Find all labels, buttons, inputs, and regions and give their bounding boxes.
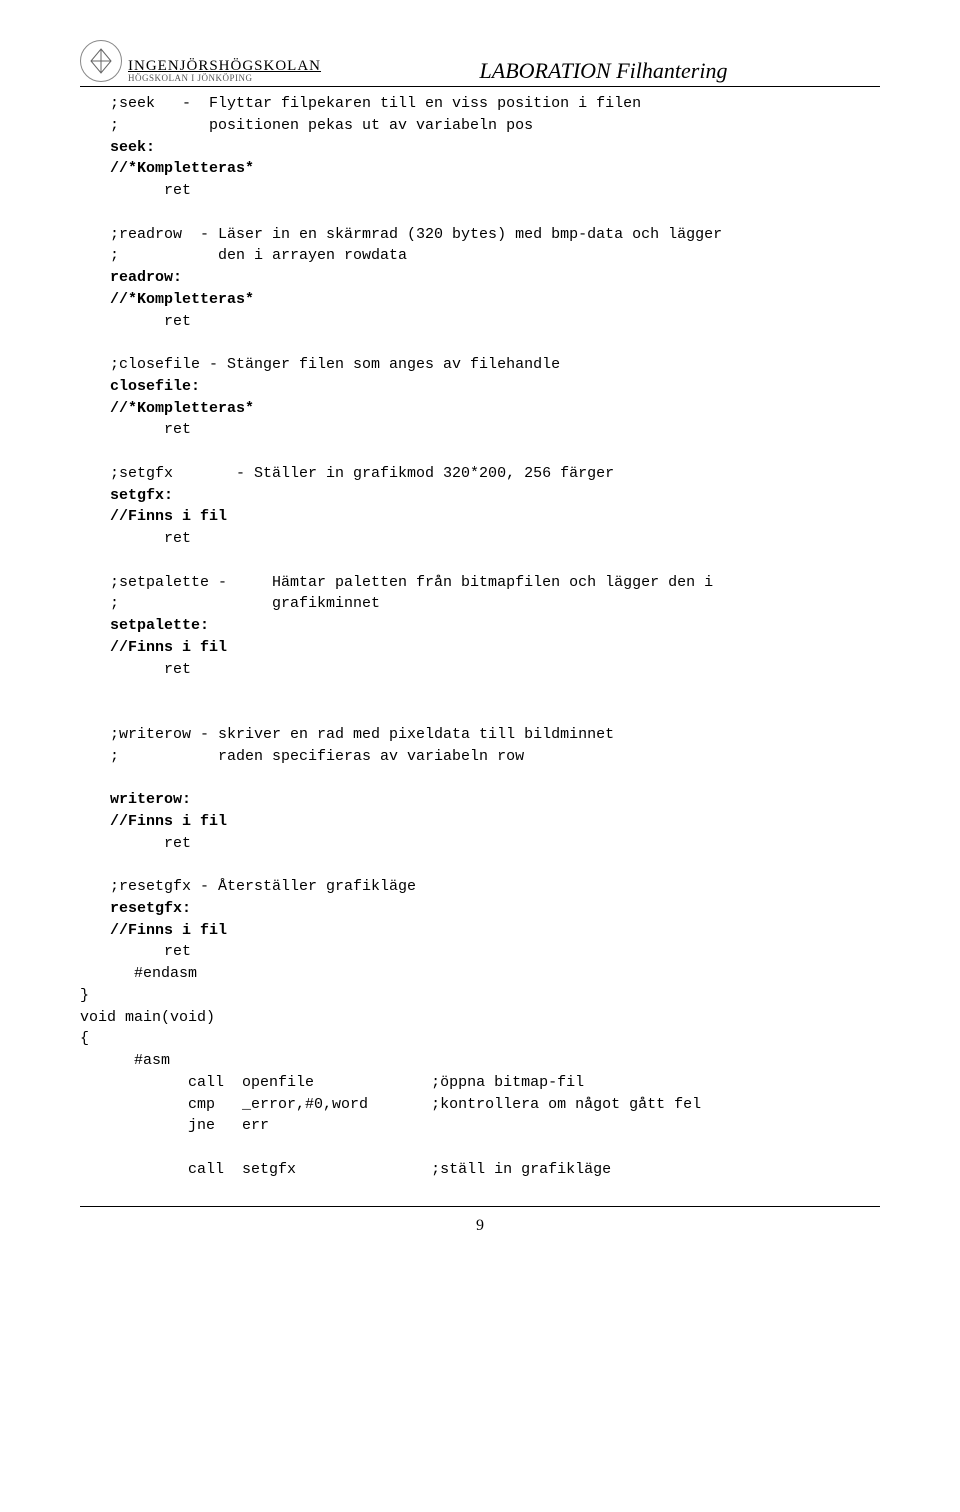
code-line: ;setpalette - Hämtar paletten från bitma… xyxy=(110,574,713,591)
code-jne-err: jne err xyxy=(188,1117,269,1134)
school-text-block: INGENJÖRSHÖGSKOLAN HÖGSKOLAN I JÖNKÖPING xyxy=(128,58,321,84)
code-line: ; positionen pekas ut av variabeln pos xyxy=(110,117,533,134)
code-block-outer: #endasm } void main(void) { #asm call op… xyxy=(80,963,880,1181)
code-finns: //Finns i fil xyxy=(110,508,227,525)
page: INGENJÖRSHÖGSKOLAN HÖGSKOLAN I JÖNKÖPING… xyxy=(0,0,960,1275)
code-void-main: void main(void) xyxy=(80,1009,215,1026)
code-line: ;setgfx - Ställer in grafikmod 320*200, … xyxy=(110,465,614,482)
code-label-resetgfx: resetgfx: xyxy=(110,900,191,917)
code-label-seek: seek: xyxy=(110,139,155,156)
code-cmp-error: cmp _error,#0,word ;kontrollera om något… xyxy=(188,1096,701,1113)
code-label-closefile: closefile: xyxy=(110,378,200,395)
code-asm: #asm xyxy=(134,1052,170,1069)
code-kompletteras: //*Kompletteras* xyxy=(110,160,254,177)
code-brace-close: } xyxy=(80,987,89,1004)
code-ret: ret xyxy=(164,530,191,547)
code-ret: ret xyxy=(164,182,191,199)
code-call-openfile: call openfile ;öppna bitmap-fil xyxy=(188,1074,584,1091)
code-brace-open: { xyxy=(80,1030,89,1047)
code-line: ; grafikminnet xyxy=(110,595,380,612)
code-kompletteras: //*Kompletteras* xyxy=(110,291,254,308)
code-ret: ret xyxy=(164,835,191,852)
code-finns: //Finns i fil xyxy=(110,639,227,656)
page-number: 9 xyxy=(80,1217,880,1235)
school-logo-icon xyxy=(80,40,122,82)
code-line: ;resetgfx - Återställer grafikläge xyxy=(110,878,416,895)
code-finns: //Finns i fil xyxy=(110,922,227,939)
code-label-setpalette: setpalette: xyxy=(110,617,209,634)
document-title: LABORATION Filhantering xyxy=(327,58,880,84)
header-rule xyxy=(80,86,880,87)
code-block: ;seek - Flyttar filpekaren till en viss … xyxy=(110,93,880,963)
code-ret: ret xyxy=(164,661,191,678)
code-endasm: #endasm xyxy=(134,965,197,982)
code-ret: ret xyxy=(164,421,191,438)
code-call-setgfx: call setgfx ;ställ in grafikläge xyxy=(188,1161,611,1178)
code-line: ; den i arrayen rowdata xyxy=(110,247,407,264)
school-name: INGENJÖRSHÖGSKOLAN xyxy=(128,58,321,75)
code-line: ;closefile - Stänger filen som anges av … xyxy=(110,356,560,373)
school-subtitle: HÖGSKOLAN I JÖNKÖPING xyxy=(128,74,321,84)
code-line: ;writerow - skriver en rad med pixeldata… xyxy=(110,726,614,743)
code-label-readrow: readrow: xyxy=(110,269,182,286)
code-line: ;seek - Flyttar filpekaren till en viss … xyxy=(110,95,641,112)
code-finns: //Finns i fil xyxy=(110,813,227,830)
page-header: INGENJÖRSHÖGSKOLAN HÖGSKOLAN I JÖNKÖPING… xyxy=(80,40,880,84)
code-label-writerow: writerow: xyxy=(110,791,191,808)
code-line: ;readrow - Läser in en skärmrad (320 byt… xyxy=(110,226,722,243)
code-line: ; raden specifieras av variabeln row xyxy=(110,748,524,765)
code-ret: ret xyxy=(164,943,191,960)
code-ret: ret xyxy=(164,313,191,330)
footer-rule xyxy=(80,1206,880,1207)
code-label-setgfx: setgfx: xyxy=(110,487,173,504)
code-kompletteras: //*Kompletteras* xyxy=(110,400,254,417)
